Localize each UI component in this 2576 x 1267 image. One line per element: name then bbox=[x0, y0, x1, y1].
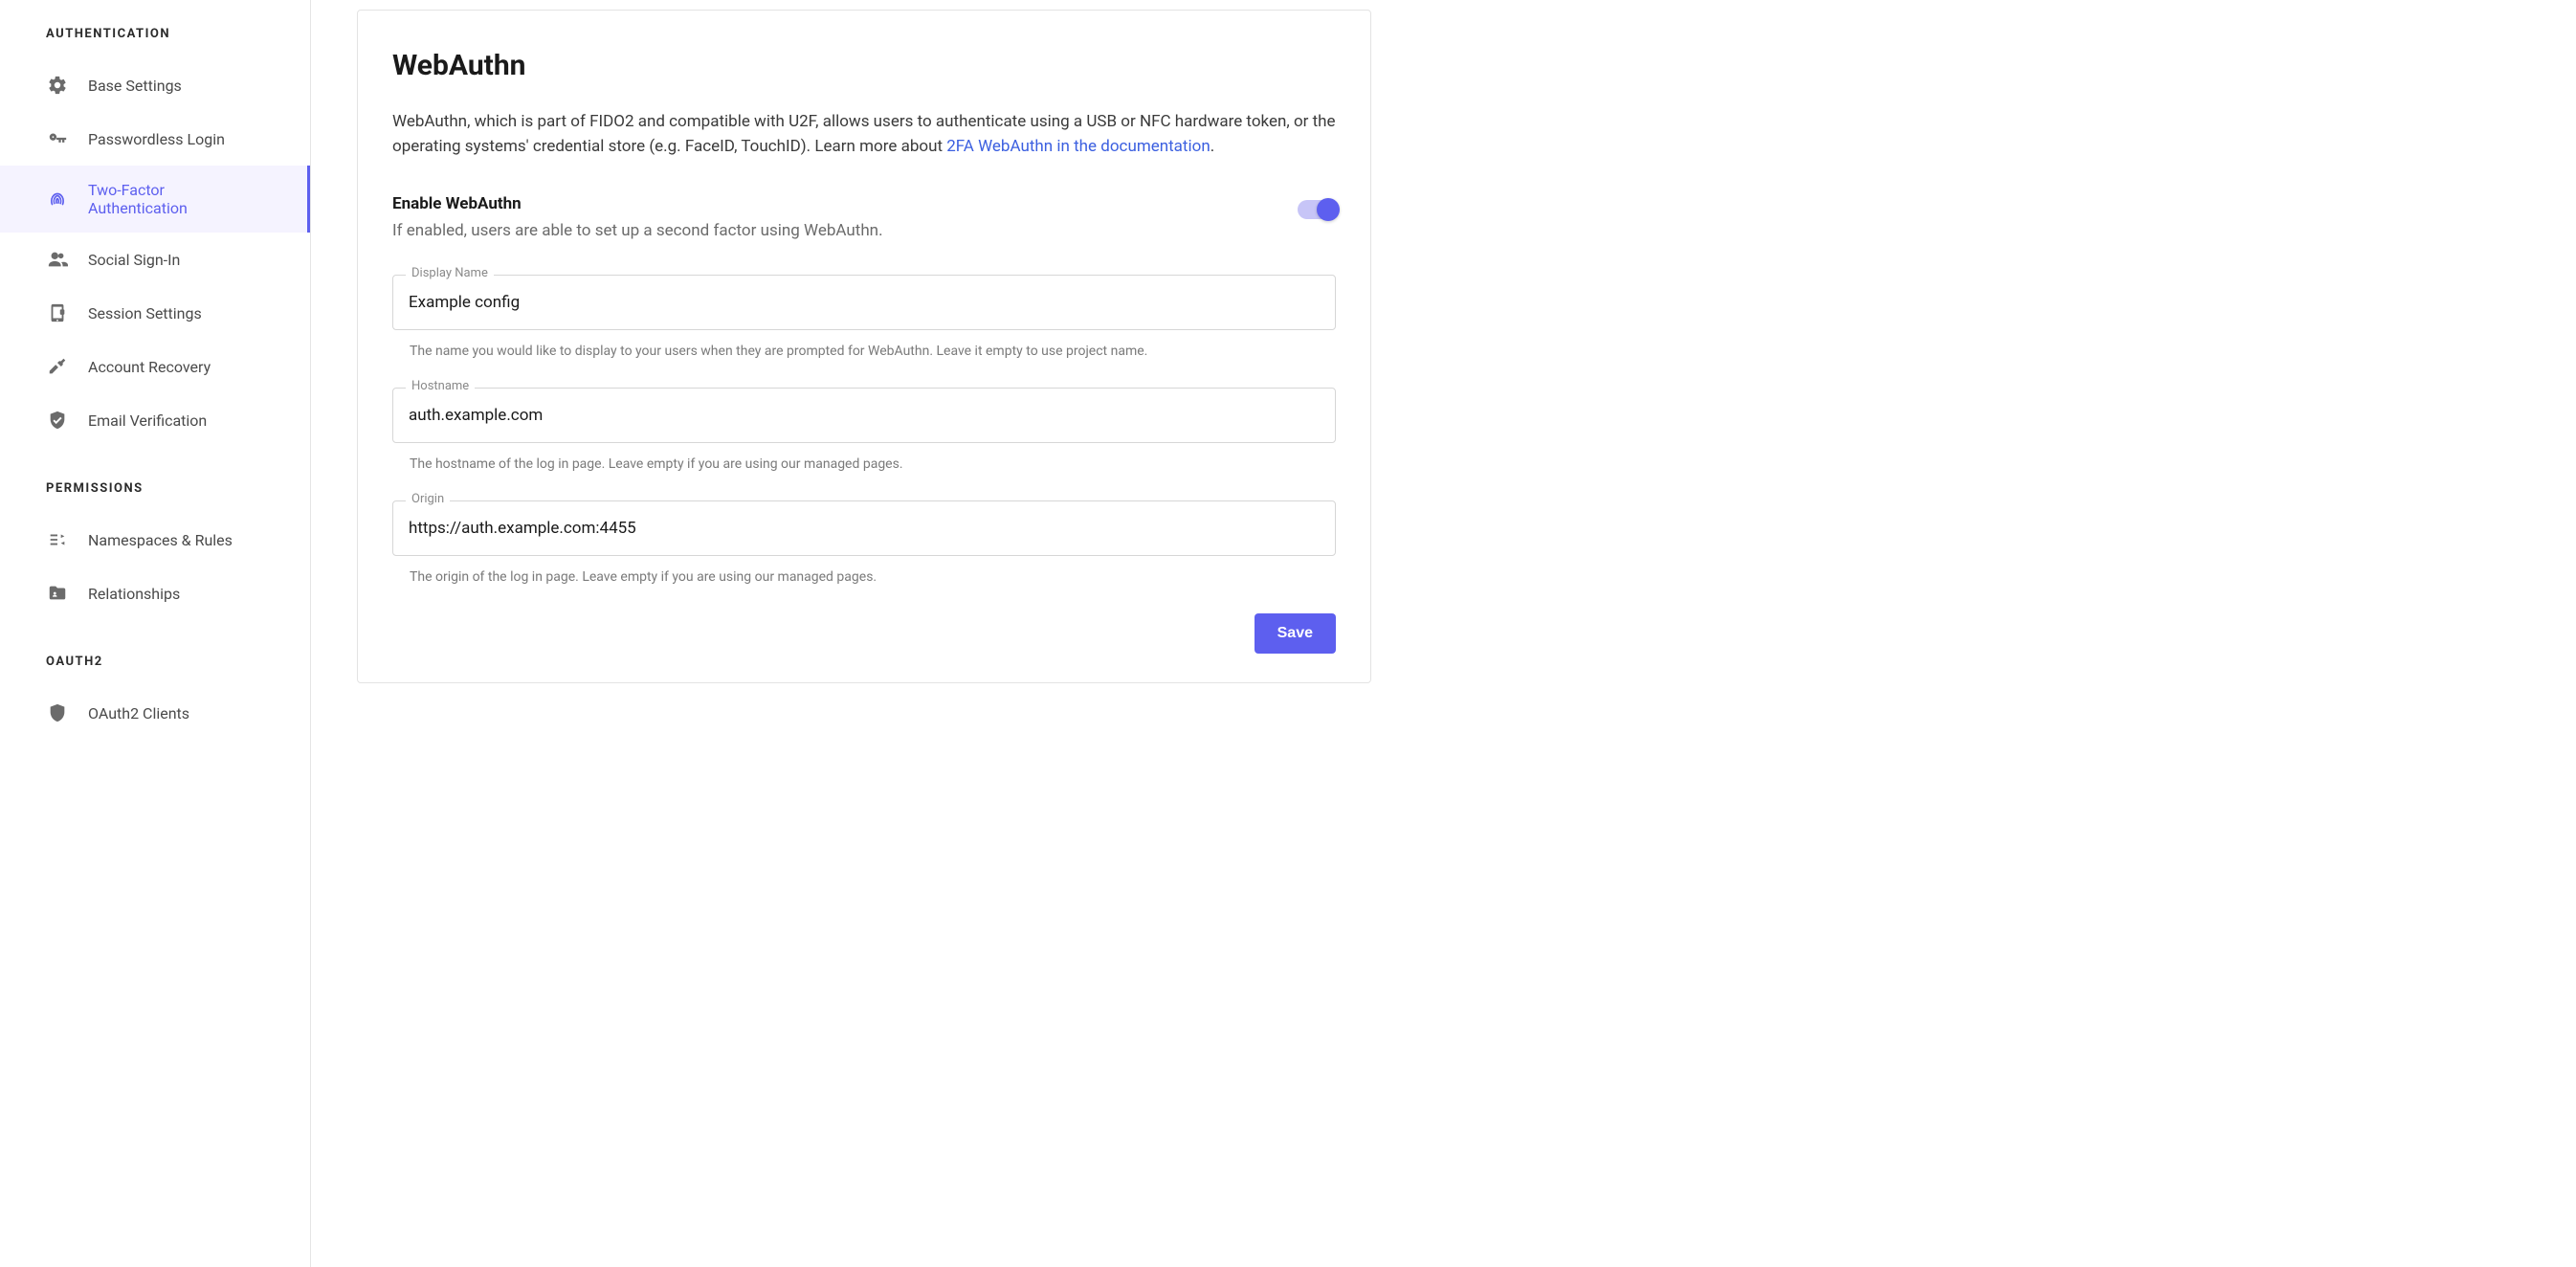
fingerprint-icon bbox=[46, 188, 69, 211]
rules-icon bbox=[46, 528, 69, 551]
people-icon bbox=[46, 248, 69, 271]
display-name-field: Display Name bbox=[392, 275, 1336, 330]
section-header-authentication: Authentication bbox=[0, 19, 310, 58]
sidebar-item-label: Namespaces & Rules bbox=[88, 531, 233, 549]
key-icon bbox=[46, 127, 69, 150]
enable-webauthn-row: Enable WebAuthn If enabled, users are ab… bbox=[392, 194, 1336, 240]
display-name-help: The name you would like to display to yo… bbox=[410, 344, 1336, 359]
sidebar-item-passwordless[interactable]: Passwordless Login bbox=[0, 112, 310, 166]
toggle-description: If enabled, users are able to set up a s… bbox=[392, 221, 883, 240]
page-title: WebAuthn bbox=[392, 49, 1336, 82]
tools-icon bbox=[46, 355, 69, 378]
field-label: Origin bbox=[406, 492, 450, 506]
sidebar-item-session[interactable]: Session Settings bbox=[0, 286, 310, 340]
sidebar-item-label: Email Verification bbox=[88, 411, 207, 430]
sidebar-item-namespaces[interactable]: Namespaces & Rules bbox=[0, 513, 310, 567]
sidebar-item-label: Two-Factor Authentication bbox=[88, 181, 264, 217]
sidebar-item-label: Social Sign-In bbox=[88, 251, 180, 269]
docs-link[interactable]: 2FA WebAuthn in the documentation bbox=[946, 137, 1210, 156]
enable-webauthn-toggle[interactable] bbox=[1298, 200, 1336, 219]
webauthn-card: WebAuthn WebAuthn, which is part of FIDO… bbox=[357, 10, 1371, 683]
toggle-title: Enable WebAuthn bbox=[392, 194, 883, 213]
sidebar-item-oauth2-clients[interactable]: OAuth2 Clients bbox=[0, 686, 310, 740]
phone-lock-icon bbox=[46, 301, 69, 324]
shield-icon bbox=[46, 701, 69, 724]
gear-icon bbox=[46, 74, 69, 97]
main-content: WebAuthn WebAuthn, which is part of FIDO… bbox=[311, 0, 2576, 1267]
sidebar-item-social[interactable]: Social Sign-In bbox=[0, 233, 310, 286]
sidebar-item-label: Base Settings bbox=[88, 77, 182, 95]
origin-field: Origin bbox=[392, 500, 1336, 556]
section-header-oauth2: OAuth2 bbox=[0, 647, 310, 686]
display-name-input[interactable] bbox=[392, 275, 1336, 330]
origin-input[interactable] bbox=[392, 500, 1336, 556]
section-header-permissions: Permissions bbox=[0, 474, 310, 513]
field-label: Display Name bbox=[406, 266, 494, 280]
sidebar-item-base-settings[interactable]: Base Settings bbox=[0, 58, 310, 112]
sidebar-item-2fa[interactable]: Two-Factor Authentication bbox=[0, 166, 310, 233]
hostname-help: The hostname of the log in page. Leave e… bbox=[410, 456, 1336, 472]
save-button[interactable]: Save bbox=[1255, 613, 1336, 654]
sidebar-item-label: OAuth2 Clients bbox=[88, 704, 189, 722]
origin-help: The origin of the log in page. Leave emp… bbox=[410, 569, 1336, 585]
sidebar-item-label: Account Recovery bbox=[88, 358, 211, 376]
hostname-input[interactable] bbox=[392, 388, 1336, 443]
sidebar-item-label: Relationships bbox=[88, 585, 180, 603]
sidebar: Authentication Base Settings Passwordles… bbox=[0, 0, 311, 1267]
field-label: Hostname bbox=[406, 379, 475, 393]
intro-text: WebAuthn, which is part of FIDO2 and com… bbox=[392, 109, 1336, 160]
sidebar-item-email-verification[interactable]: Email Verification bbox=[0, 393, 310, 447]
sidebar-item-label: Session Settings bbox=[88, 304, 202, 322]
sidebar-item-recovery[interactable]: Account Recovery bbox=[0, 340, 310, 393]
hostname-field: Hostname bbox=[392, 388, 1336, 443]
sidebar-item-relationships[interactable]: Relationships bbox=[0, 567, 310, 620]
folder-person-icon bbox=[46, 582, 69, 605]
sidebar-item-label: Passwordless Login bbox=[88, 130, 225, 148]
shield-check-icon bbox=[46, 409, 69, 432]
